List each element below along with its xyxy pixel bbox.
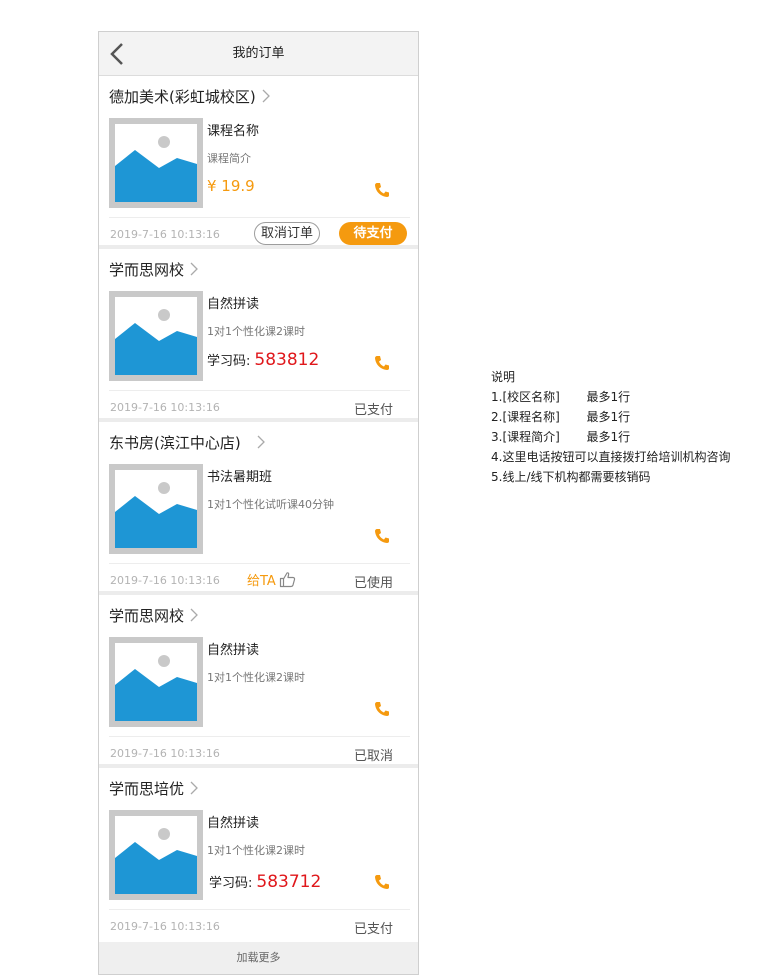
study-code-value: 583812	[254, 350, 320, 370]
shop-link[interactable]: 学而思网校	[109, 604, 198, 626]
shop-link[interactable]: 德加美术(彩虹城校区)	[109, 85, 270, 107]
order-status: 已支付	[353, 922, 393, 937]
note-item: 3.[课程简介] 最多1行	[491, 430, 631, 444]
course-description: 课程简介	[207, 152, 251, 165]
order-list: 德加美术(彩虹城校区) 课程名称 课程简介 ¥ 19.9 2019-7-16 1…	[99, 76, 418, 937]
course-name: 自然拼读	[207, 297, 260, 312]
divider	[109, 563, 410, 564]
pay-button[interactable]: 待支付	[339, 222, 407, 245]
shop-name: 德加美术(彩虹城校区)	[109, 87, 256, 106]
phone-screen: 我的订单 德加美术(彩虹城校区) 课程名称 课程简介 ¥ 19.9 2019-7…	[98, 31, 419, 975]
order-card: 东书房(滨江中心店) 书法暑期班 1对1个性化试听课40分钟 2019-7-16…	[99, 422, 418, 595]
course-thumbnail	[109, 464, 203, 554]
course-thumbnail	[109, 810, 203, 900]
course-thumbnail	[109, 118, 203, 208]
study-code: 学习码: 583712	[209, 872, 321, 892]
shop-link[interactable]: 东书房(滨江中心店)	[109, 431, 265, 453]
study-code-label: 学习码:	[209, 876, 253, 891]
note-item: 5.线上/线下机构都需要核销码	[491, 470, 651, 484]
order-date: 2019-7-16 10:13:16	[110, 574, 220, 587]
course-name: 自然拼读	[207, 816, 260, 831]
shop-link[interactable]: 学而思网校	[109, 258, 198, 280]
note-item: 4.这里电话按钮可以直接拨打给培训机构咨询	[491, 450, 731, 464]
load-more-button[interactable]: 加载更多	[99, 942, 418, 974]
study-code-value: 583712	[256, 872, 322, 892]
divider	[109, 217, 410, 218]
course-description: 1对1个性化课2课时	[207, 671, 305, 684]
divider	[109, 909, 410, 910]
phone-icon[interactable]	[374, 874, 390, 890]
order-date: 2019-7-16 10:13:16	[110, 747, 220, 760]
give-ta-button[interactable]: 给TA	[247, 570, 296, 589]
page-title: 我的订单	[232, 46, 285, 61]
study-code-label: 学习码:	[207, 354, 251, 369]
order-status: 已取消	[353, 749, 393, 764]
cancel-order-button[interactable]: 取消订单	[254, 222, 320, 245]
shop-name: 东书房(滨江中心店)	[109, 433, 241, 452]
give-ta-label: 给TA	[247, 574, 276, 589]
order-status: 已支付	[353, 403, 393, 418]
order-status: 已使用	[353, 576, 393, 591]
course-description: 1对1个性化课2课时	[207, 325, 305, 338]
shop-name: 学而思培优	[109, 779, 185, 798]
shop-link[interactable]: 学而思培优	[109, 777, 198, 799]
order-date: 2019-7-16 10:13:16	[110, 401, 220, 414]
thumb-up-icon	[279, 572, 295, 588]
note-item: 1.[校区名称] 最多1行	[491, 390, 631, 404]
notes-title: 说明	[491, 370, 516, 384]
order-card: 学而思培优 自然拼读 1对1个性化课2课时 学习码: 583712 2019-7…	[99, 768, 418, 937]
order-card: 学而思网校 自然拼读 1对1个性化课2课时 2019-7-16 10:13:16…	[99, 595, 418, 768]
shop-name: 学而思网校	[109, 260, 185, 279]
phone-icon[interactable]	[374, 528, 390, 544]
chevron-right-icon	[257, 435, 265, 449]
course-thumbnail	[109, 637, 203, 727]
course-name: 书法暑期班	[207, 470, 273, 485]
chevron-right-icon	[190, 262, 198, 276]
chevron-right-icon	[190, 781, 198, 795]
chevron-right-icon	[262, 89, 270, 103]
course-name: 课程名称	[207, 124, 260, 139]
course-description: 1对1个性化课2课时	[207, 844, 305, 857]
chevron-right-icon	[190, 608, 198, 622]
phone-icon[interactable]	[374, 355, 390, 371]
order-card: 学而思网校 自然拼读 1对1个性化课2课时 学习码: 583812 2019-7…	[99, 249, 418, 422]
order-card: 德加美术(彩虹城校区) 课程名称 课程简介 ¥ 19.9 2019-7-16 1…	[99, 76, 418, 249]
course-name: 自然拼读	[207, 643, 260, 658]
image-placeholder-icon	[115, 297, 197, 375]
course-thumbnail	[109, 291, 203, 381]
course-description: 1对1个性化试听课40分钟	[207, 498, 334, 511]
phone-icon[interactable]	[374, 182, 390, 198]
order-date: 2019-7-16 10:13:16	[110, 920, 220, 933]
phone-icon[interactable]	[374, 701, 390, 717]
image-placeholder-icon	[115, 470, 197, 548]
image-placeholder-icon	[115, 816, 197, 894]
study-code: 学习码: 583812	[207, 350, 319, 370]
order-price: ¥ 19.9	[207, 177, 255, 195]
divider	[109, 390, 410, 391]
divider	[109, 736, 410, 737]
note-item: 2.[课程名称] 最多1行	[491, 410, 631, 424]
order-date: 2019-7-16 10:13:16	[110, 228, 220, 241]
shop-name: 学而思网校	[109, 606, 185, 625]
image-placeholder-icon	[115, 643, 197, 721]
nav-bar: 我的订单	[99, 32, 418, 76]
image-placeholder-icon	[115, 124, 197, 202]
annotation-notes: 说明 1.[校区名称] 最多1行 2.[课程名称] 最多1行 3.[课程简介] …	[491, 367, 730, 487]
